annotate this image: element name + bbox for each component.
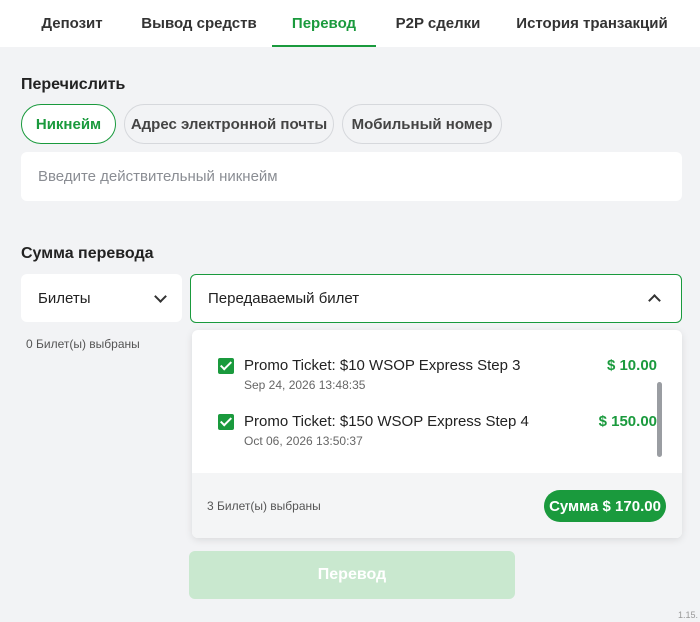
ticket-date: Oct 06, 2026 13:50:37 <box>244 434 363 448</box>
tab-withdraw[interactable]: Вывод средств <box>140 0 258 47</box>
dropdown-scrollbar[interactable] <box>657 382 662 457</box>
ticket-name: Promo Ticket: $10 WSOP Express Step 3 <box>244 357 521 374</box>
ticket-dropdown-label: Передаваемый билет <box>208 290 360 307</box>
checkbox-checked-icon[interactable] <box>218 358 234 374</box>
method-email-button[interactable]: Адрес электронной почты <box>124 104 334 144</box>
ticket-value: $ 150.00 <box>598 413 657 430</box>
footer-selected-count: 3 Билет(ы) выбраны <box>207 499 321 513</box>
selected-tickets-count: 0 Билет(ы) выбраны <box>26 337 140 351</box>
ticket-value: $ 10.00 <box>606 357 657 374</box>
tab-transfer[interactable]: Перевод <box>272 0 376 47</box>
ticket-name: Promo Ticket: $150 WSOP Express Step 4 <box>244 413 529 430</box>
amount-section-title: Сумма перевода <box>21 245 154 262</box>
tab-deposit[interactable]: Депозит <box>22 0 122 47</box>
ticket-date: Sep 24, 2026 13:48:35 <box>244 378 366 392</box>
sum-badge: Сумма $ 170.00 <box>544 490 666 522</box>
chevron-down-icon <box>154 289 167 303</box>
ticket-option[interactable]: Promo Ticket: $150 WSOP Express Step 4 O… <box>192 410 682 456</box>
tab-bar: Депозит Вывод средств Перевод P2P сделки… <box>0 0 700 47</box>
ticket-dropdown-panel: Promo Ticket: $10 WSOP Express Step 3 Se… <box>192 330 682 538</box>
tab-transaction-history[interactable]: История транзакций <box>512 0 672 47</box>
method-nickname-button[interactable]: Никнейм <box>21 104 116 144</box>
amount-type-select[interactable]: Билеты <box>21 274 182 322</box>
recipient-section-title: Перечислить <box>21 76 126 93</box>
chevron-up-icon <box>648 294 661 307</box>
checkbox-checked-icon[interactable] <box>218 414 234 430</box>
amount-type-value: Билеты <box>38 289 91 307</box>
dropdown-footer: 3 Билет(ы) выбраны Сумма $ 170.00 <box>192 473 682 538</box>
version-label: 1.15. <box>677 610 698 620</box>
tab-p2p-deals[interactable]: P2P сделки <box>388 0 488 47</box>
ticket-dropdown[interactable]: Передаваемый билет <box>190 274 682 323</box>
nickname-input[interactable] <box>21 152 682 201</box>
method-mobile-button[interactable]: Мобильный номер <box>342 104 502 144</box>
transfer-submit-button[interactable]: Перевод <box>189 551 515 599</box>
ticket-option[interactable]: Promo Ticket: $10 WSOP Express Step 3 Se… <box>192 354 682 400</box>
